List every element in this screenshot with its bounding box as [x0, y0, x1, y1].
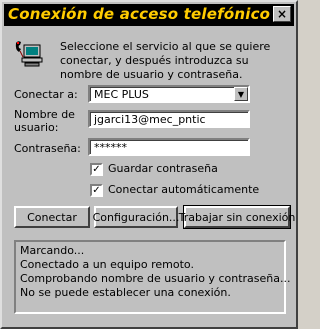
username-field[interactable]: jgarci13@mec_pntic — [88, 110, 250, 128]
auto-connect-label[interactable]: Conectar automáticamente — [108, 183, 259, 196]
settings-button-label: Configuración... — [92, 210, 180, 224]
status-line: Conectado a un equipo remoto. — [20, 258, 194, 271]
password-value: ****** — [94, 141, 127, 154]
settings-button[interactable]: Configuración... — [92, 206, 180, 228]
status-line: Marcando... — [20, 244, 85, 257]
work-offline-button[interactable]: Trabajar sin conexión — [179, 205, 295, 229]
connect-button[interactable]: Conectar — [14, 206, 90, 228]
username-label-line1: Nombre de — [14, 108, 75, 121]
intro-text: Seleccione el servicio al que se quiere … — [60, 40, 271, 81]
save-password-label[interactable]: Guardar contraseña — [108, 162, 218, 175]
auto-connect-checkbox[interactable]: ✓ — [90, 184, 103, 197]
checkmark-icon: ✓ — [92, 163, 101, 175]
password-field[interactable]: ****** — [88, 138, 250, 156]
title-bar[interactable]: Conexión de acceso telefónico × — [4, 4, 294, 26]
close-icon: × — [276, 7, 288, 21]
computer-phone-icon — [15, 41, 43, 67]
checkmark-icon: ✓ — [92, 184, 101, 196]
connect-to-select[interactable]: MEC PLUS ▼ — [88, 85, 250, 103]
dialup-connection-window: Conexión de acceso telefónico × Seleccio… — [0, 0, 298, 329]
username-value: jgarci13@mec_pntic — [94, 113, 206, 126]
status-line: Comprobando nombre de usuario y contrase… — [20, 272, 291, 285]
connect-to-value: MEC PLUS — [94, 88, 149, 101]
username-label-line2: usuario: — [14, 121, 59, 134]
chevron-down-icon[interactable]: ▼ — [234, 87, 248, 101]
save-password-checkbox[interactable]: ✓ — [90, 163, 103, 176]
status-line: No se puede establecer una conexión. — [20, 286, 231, 299]
connect-to-label: Conectar a: — [14, 88, 78, 101]
connect-button-label: Conectar — [27, 210, 77, 224]
status-log: Marcando... Conectado a un equipo remoto… — [14, 240, 291, 314]
username-label: Nombre de usuario: — [14, 108, 75, 134]
work-offline-button-label: Trabajar sin conexión — [178, 210, 296, 224]
password-label: Contraseña: — [14, 142, 81, 155]
window-title: Conexión de acceso telefónico — [8, 5, 271, 23]
close-button[interactable]: × — [273, 6, 291, 22]
